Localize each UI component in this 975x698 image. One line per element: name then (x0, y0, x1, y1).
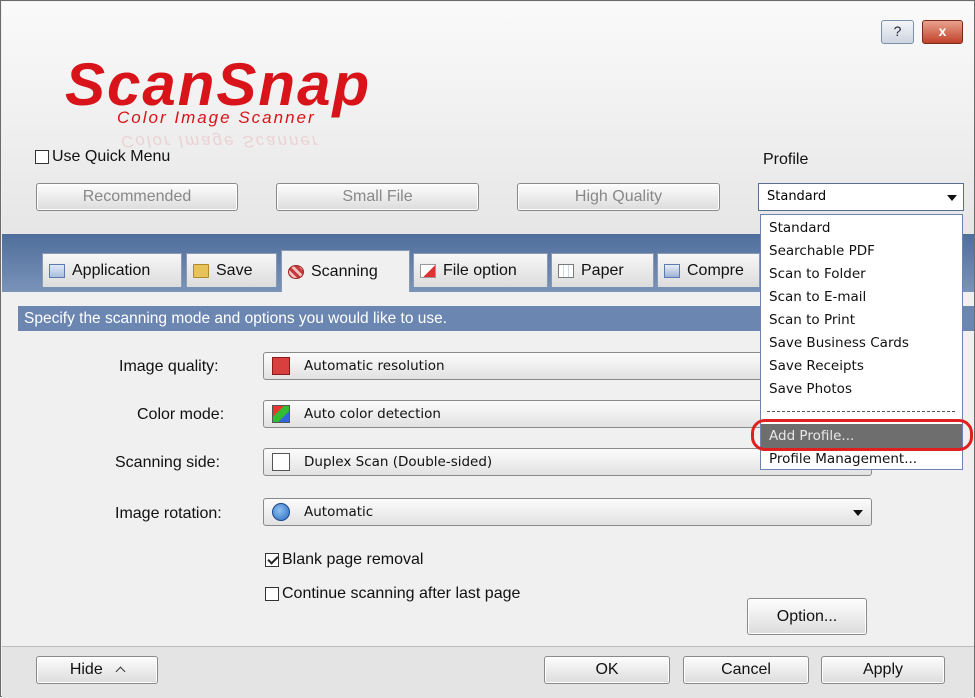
quick-menu-checkbox[interactable]: Use Quick Menu (35, 148, 170, 166)
image-quality-icon (272, 357, 290, 375)
compression-icon (664, 263, 680, 278)
scansnap-logo: ScanSnap Color Image Scanner Color Image… (65, 51, 372, 152)
profile-option-scan-to-email[interactable]: Scan to E-mail (769, 289, 866, 305)
scansnap-settings-window: ? x ScanSnap Color Image Scanner Color I… (0, 0, 975, 698)
color-mode-value: Auto color detection (304, 406, 441, 422)
scanning-side-value: Duplex Scan (Double-sided) (304, 454, 493, 470)
color-mode-label: Color mode: (137, 406, 225, 423)
hide-label: Hide (69, 661, 103, 678)
tab-scanning[interactable]: Scanning (281, 250, 410, 292)
blank-page-removal-checkbox[interactable]: Blank page removal (265, 551, 423, 569)
profile-option-standard[interactable]: Standard (769, 220, 830, 236)
checkbox-box[interactable] (265, 587, 279, 601)
checkbox-box[interactable] (265, 553, 279, 567)
tab-compression[interactable]: Compre (657, 253, 760, 287)
tab-label: Scanning (311, 262, 378, 280)
paper-icon (558, 263, 574, 278)
scanning-icon (288, 264, 304, 279)
profile-option-scan-to-print[interactable]: Scan to Print (769, 312, 855, 328)
folder-icon (193, 263, 209, 278)
profile-select[interactable]: Standard (758, 183, 964, 211)
duplex-page-icon (272, 453, 290, 471)
tab-paper[interactable]: Paper (551, 253, 654, 287)
profile-option-save-business-cards[interactable]: Save Business Cards (769, 335, 909, 351)
logo-brand: ScanSnap (65, 51, 372, 118)
continue-scanning-label: Continue scanning after last page (282, 585, 521, 602)
logo-subtitle: Color Image Scanner (117, 108, 316, 127)
tab-label: Paper (581, 261, 624, 279)
rotation-icon (272, 503, 290, 521)
tab-save[interactable]: Save (186, 253, 277, 287)
close-button[interactable]: x (922, 20, 963, 44)
tab-label: Application (72, 261, 151, 279)
chevron-up-icon (115, 666, 126, 677)
image-quality-label: Image quality: (119, 358, 219, 375)
chevron-down-icon (947, 195, 957, 201)
hide-button[interactable]: Hide (36, 656, 158, 684)
highlight-annotation (751, 419, 973, 451)
cancel-button[interactable]: Cancel (683, 656, 809, 684)
small-file-button[interactable]: Small File (276, 183, 479, 211)
tab-file-option[interactable]: File option (413, 253, 548, 287)
tab-application[interactable]: Application (42, 253, 182, 287)
help-button[interactable]: ? (881, 20, 914, 44)
file-option-icon (420, 263, 436, 278)
image-rotation-value: Automatic (304, 504, 374, 520)
option-button[interactable]: Option... (747, 598, 867, 635)
image-rotation-select[interactable]: Automatic (263, 498, 872, 526)
scanning-side-label: Scanning side: (115, 454, 220, 471)
tab-label: File option (443, 261, 517, 279)
tab-label: Compre (687, 261, 744, 279)
recommended-button[interactable]: Recommended (36, 183, 238, 211)
chevron-down-icon (853, 510, 863, 516)
profile-option-save-photos[interactable]: Save Photos (769, 381, 852, 397)
ok-button[interactable]: OK (544, 656, 670, 684)
profile-label: Profile (763, 151, 809, 168)
quick-menu-label: Use Quick Menu (52, 148, 171, 165)
dropdown-separator (767, 411, 955, 412)
checkbox-box[interactable] (35, 150, 49, 164)
profile-option-scan-to-folder[interactable]: Scan to Folder (769, 266, 866, 282)
application-icon (49, 263, 65, 278)
profile-option-save-receipts[interactable]: Save Receipts (769, 358, 864, 374)
continue-scanning-checkbox[interactable]: Continue scanning after last page (265, 585, 520, 603)
profile-option-searchable-pdf[interactable]: Searchable PDF (769, 243, 875, 259)
color-mode-icon (272, 405, 290, 423)
profile-selected-value: Standard (767, 189, 827, 204)
image-quality-value: Automatic resolution (304, 358, 445, 374)
image-rotation-label: Image rotation: (115, 505, 222, 522)
apply-button[interactable]: Apply (821, 656, 945, 684)
blank-page-label: Blank page removal (282, 551, 424, 568)
tab-label: Save (216, 261, 253, 279)
profile-management-option[interactable]: Profile Management... (769, 451, 917, 467)
high-quality-button[interactable]: High Quality (517, 183, 720, 211)
